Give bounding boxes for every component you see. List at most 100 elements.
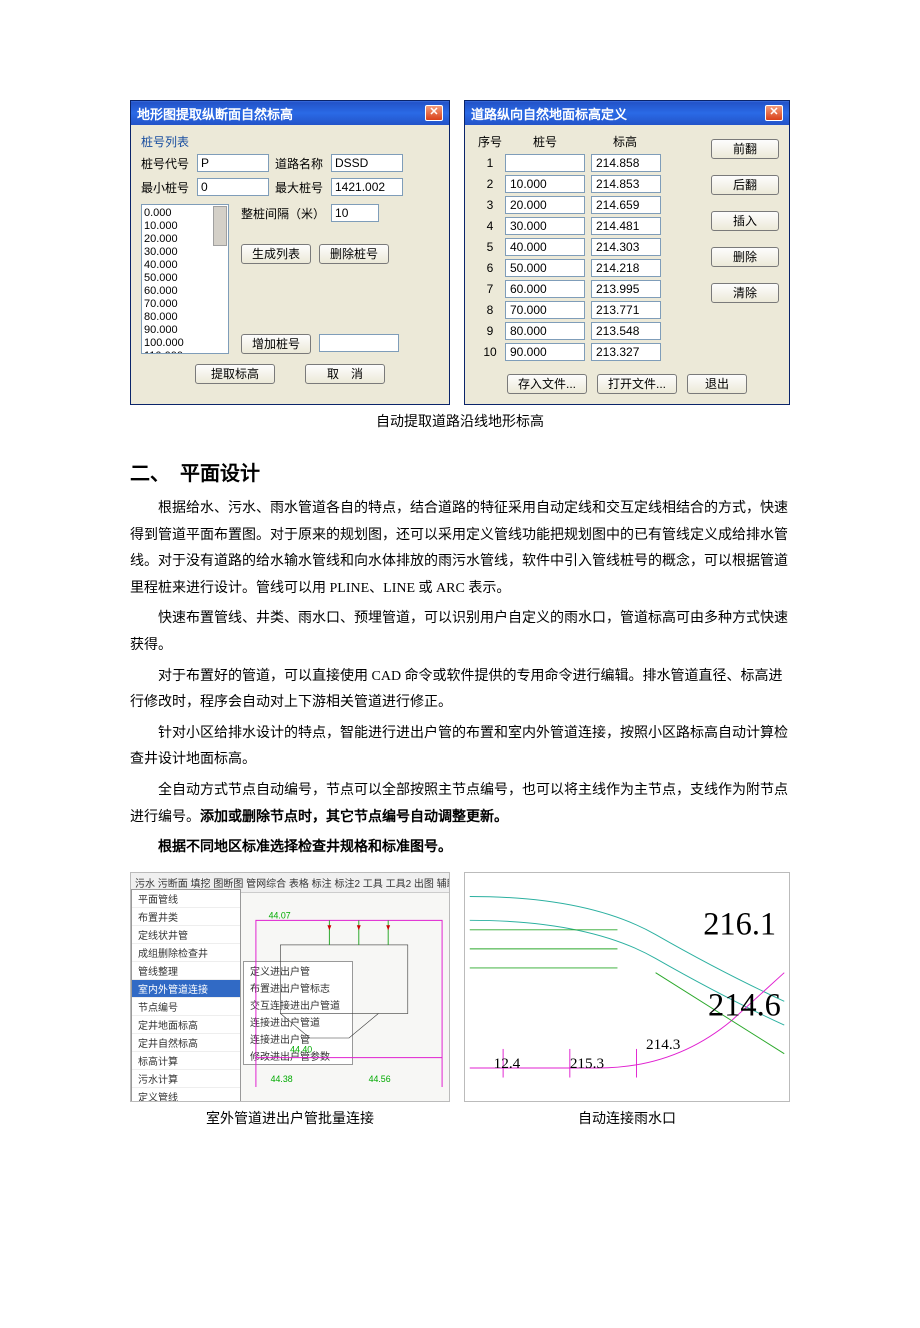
menu-item[interactable]: 成组删除检查井 bbox=[132, 944, 240, 962]
stake-cell[interactable]: 20.000 bbox=[505, 196, 585, 214]
min-stake-label: 最小桩号 bbox=[141, 179, 191, 196]
list-item[interactable]: 100.000 bbox=[144, 337, 226, 350]
list-item[interactable]: 110.000 bbox=[144, 350, 226, 354]
stake-cell[interactable]: 10.000 bbox=[505, 175, 585, 193]
generate-list-button[interactable]: 生成列表 bbox=[241, 244, 311, 264]
list-item[interactable]: 70.000 bbox=[144, 298, 226, 311]
bottom-buttons: 提取标高 取 消 bbox=[141, 364, 439, 384]
list-item[interactable]: 50.000 bbox=[144, 272, 226, 285]
list-item[interactable]: 60.000 bbox=[144, 285, 226, 298]
menu-item[interactable]: 标高计算 bbox=[132, 1052, 240, 1070]
clear-button[interactable]: 清除 bbox=[711, 283, 779, 303]
add-stake-input[interactable] bbox=[319, 334, 399, 352]
road-name-input[interactable] bbox=[331, 154, 403, 172]
elev-cell[interactable]: 213.771 bbox=[591, 301, 661, 319]
close-icon[interactable]: ✕ bbox=[425, 105, 443, 121]
left-columns: 0.00010.00020.00030.00040.00050.00060.00… bbox=[141, 204, 439, 354]
max-stake-label: 最大桩号 bbox=[275, 179, 325, 196]
paragraph: 全自动方式节点自动编号，节点可以全部按照主节点编号，也可以将主线作为主节点，支线… bbox=[130, 778, 790, 831]
list-item[interactable]: 90.000 bbox=[144, 324, 226, 337]
fig-auto-connect-inlet: 216.1 214.6 214.3 215.3 12.4 bbox=[464, 872, 790, 1102]
row-index: 3 bbox=[475, 198, 505, 212]
row-index: 4 bbox=[475, 219, 505, 233]
paragraph: 根据给水、污水、雨水管道各自的特点，结合道路的特征采用自动定线和交互定线相结合的… bbox=[130, 496, 790, 602]
dim-label: 44.40 bbox=[290, 1044, 312, 1054]
plan-drawing: 216.1 214.6 214.3 215.3 12.4 bbox=[465, 873, 789, 1101]
list-item[interactable]: 80.000 bbox=[144, 311, 226, 324]
elev-cell[interactable]: 213.995 bbox=[591, 280, 661, 298]
max-stake-input[interactable] bbox=[331, 178, 403, 196]
row-index: 6 bbox=[475, 261, 505, 275]
menu-item[interactable]: 平面管线 bbox=[132, 890, 240, 908]
menu-item[interactable]: 室内外管道连接 bbox=[132, 980, 240, 998]
stake-code-input[interactable] bbox=[197, 154, 269, 172]
cad-dropdown-menu[interactable]: 平面管线布置井类定线状井管成组删除检查井管线整理室内外管道连接节点编号定井地面标… bbox=[131, 889, 241, 1102]
stake-cell[interactable]: 60.000 bbox=[505, 280, 585, 298]
stake-listbox[interactable]: 0.00010.00020.00030.00040.00050.00060.00… bbox=[141, 204, 229, 354]
menu-item[interactable]: 定义管线 bbox=[132, 1088, 240, 1102]
stake-cell[interactable]: 40.000 bbox=[505, 238, 585, 256]
row-index: 2 bbox=[475, 177, 505, 191]
row-index: 10 bbox=[475, 345, 505, 359]
min-stake-input[interactable] bbox=[197, 178, 269, 196]
list-item[interactable]: 40.000 bbox=[144, 259, 226, 272]
table-row: 650.000 214.218 bbox=[475, 259, 697, 277]
add-stake-button[interactable]: 增加桩号 bbox=[241, 334, 311, 354]
contour-label: 214.6 bbox=[708, 987, 781, 1023]
menu-item[interactable]: 定井自然标高 bbox=[132, 1034, 240, 1052]
close-icon[interactable]: ✕ bbox=[765, 105, 783, 121]
open-file-button[interactable]: 打开文件... bbox=[597, 374, 677, 394]
menu-item[interactable]: 管线整理 bbox=[132, 962, 240, 980]
menu-item[interactable]: 污水计算 bbox=[132, 1070, 240, 1088]
interval-input[interactable] bbox=[331, 204, 379, 222]
contour-label: 216.1 bbox=[703, 906, 776, 942]
list-item[interactable]: 30.000 bbox=[144, 246, 226, 259]
stake-cell[interactable]: 80.000 bbox=[505, 322, 585, 340]
save-file-button[interactable]: 存入文件... bbox=[507, 374, 587, 394]
menu-item[interactable]: 定井地面标高 bbox=[132, 1016, 240, 1034]
table-wrap: 序号 桩号 标高 10.000214.858210.000214.853320.… bbox=[475, 133, 779, 364]
dialog-body: 桩号列表 桩号代号 道路名称 最小桩号 最大桩号 0.00010.00020.0… bbox=[131, 125, 449, 394]
elev-cell[interactable]: 214.659 bbox=[591, 196, 661, 214]
delete-button[interactable]: 删除 bbox=[711, 247, 779, 267]
elev-cell[interactable]: 213.327 bbox=[591, 343, 661, 361]
delete-stake-button[interactable]: 删除桩号 bbox=[319, 244, 389, 264]
btn-row-2: 增加桩号 bbox=[241, 334, 439, 354]
road-name-label: 道路名称 bbox=[275, 155, 325, 172]
paragraph: 根据不同地区标准选择检查井规格和标准图号。 bbox=[130, 835, 790, 862]
stake-cell[interactable]: 0.000 bbox=[505, 154, 585, 172]
menu-item[interactable]: 定线状井管 bbox=[132, 926, 240, 944]
stake-cell[interactable]: 70.000 bbox=[505, 301, 585, 319]
extract-button[interactable]: 提取标高 bbox=[195, 364, 275, 384]
row-index: 8 bbox=[475, 303, 505, 317]
menu-item[interactable]: 布置井类 bbox=[132, 908, 240, 926]
elev-cell[interactable]: 214.481 bbox=[591, 217, 661, 235]
elev-cell[interactable]: 214.853 bbox=[591, 175, 661, 193]
figure-captions: 室外管道进出户管批量连接 自动连接雨水口 bbox=[130, 1108, 790, 1128]
menu-item[interactable]: 节点编号 bbox=[132, 998, 240, 1016]
stake-code-label: 桩号代号 bbox=[141, 155, 191, 172]
prev-page-button[interactable]: 前翻 bbox=[711, 139, 779, 159]
elev-cell[interactable]: 214.218 bbox=[591, 259, 661, 277]
scrollbar-thumb[interactable] bbox=[213, 206, 227, 246]
section-heading: 二、 平面设计 bbox=[130, 457, 790, 486]
dim-label: 44.38 bbox=[271, 1074, 293, 1084]
table-row: 540.000214.303 bbox=[475, 238, 697, 256]
elev-cell[interactable]: 213.548 bbox=[591, 322, 661, 340]
stake-cell[interactable]: 90.000 bbox=[505, 343, 585, 361]
text-bold: 根据不同地区标准选择检查井规格和标准图号。 bbox=[158, 840, 452, 855]
stake-cell[interactable]: 50.000 bbox=[505, 259, 585, 277]
elev-cell[interactable]: 214.858 bbox=[591, 154, 661, 172]
stake-cell[interactable]: 30.000 bbox=[505, 217, 585, 235]
table-row: 320.000 214.659 bbox=[475, 196, 697, 214]
insert-button[interactable]: 插入 bbox=[711, 211, 779, 231]
next-page-button[interactable]: 后翻 bbox=[711, 175, 779, 195]
extract-elevation-dialog: 地形图提取纵断面自然标高 ✕ 桩号列表 桩号代号 道路名称 最小桩号 最大桩号 … bbox=[130, 100, 450, 405]
cancel-button[interactable]: 取 消 bbox=[305, 364, 385, 384]
row-index: 9 bbox=[475, 324, 505, 338]
exit-button[interactable]: 退出 bbox=[687, 374, 747, 394]
cad-drawing: 44.07 44.40 44.38 44.56 bbox=[251, 891, 447, 1097]
row-index: 7 bbox=[475, 282, 505, 296]
table-row: 10.000214.858 bbox=[475, 154, 697, 172]
elev-cell[interactable]: 214.303 bbox=[591, 238, 661, 256]
